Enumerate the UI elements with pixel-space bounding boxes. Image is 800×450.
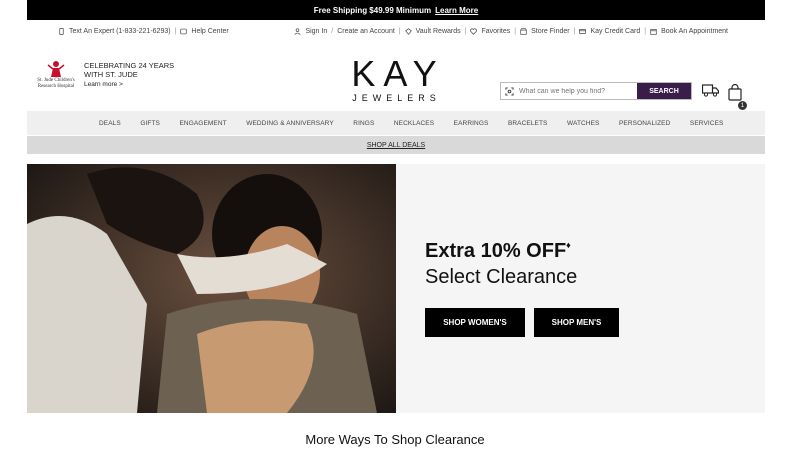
store-finder-link[interactable]: Store Finder: [531, 28, 570, 35]
book-appointment-link[interactable]: Book An Appointment: [661, 28, 728, 35]
nav-item-rings[interactable]: RINGS: [353, 120, 374, 127]
search-input[interactable]: [517, 83, 637, 99]
hero-subheadline: Select Clearance: [425, 266, 578, 288]
diamond-mark: ♦: [566, 240, 571, 250]
shop-all-deals-link[interactable]: SHOP ALL DEALS: [27, 136, 765, 154]
nav-item-engagement[interactable]: ENGAGEMENT: [179, 120, 226, 127]
stjude-learn-more-link[interactable]: Learn more >: [84, 81, 174, 88]
kay-logo[interactable]: KAY JEWELERS: [340, 53, 448, 104]
separator: |: [644, 28, 647, 35]
store-icon: [520, 28, 527, 35]
nav-item-wedding[interactable]: WEDDING & ANNIVERSARY: [246, 120, 334, 127]
nav-item-necklaces[interactable]: NECKLACES: [394, 120, 434, 127]
brand-name: KAY: [351, 53, 445, 94]
separator: /: [331, 28, 334, 35]
stjude-child-icon: [47, 61, 65, 77]
section-title: More Ways To Shop Clearance: [305, 432, 485, 447]
nav-item-watches[interactable]: WATCHES: [567, 120, 599, 127]
nav-item-personalized[interactable]: PERSONALIZED: [619, 120, 670, 127]
user-icon: [294, 28, 301, 35]
bag-icon[interactable]: 1: [728, 83, 747, 110]
calendar-icon: [650, 29, 657, 35]
stjude-line2: WITH ST. JUDE: [84, 70, 138, 79]
stjude-promo[interactable]: St. Jude Children's Research Hospital CE…: [34, 60, 174, 89]
utility-left: Text An Expert (1-833-221-6293) | Help C…: [58, 28, 229, 35]
brand-sub: JEWELERS: [352, 93, 441, 103]
nav-item-earrings[interactable]: EARRINGS: [454, 120, 489, 127]
card-icon: [579, 29, 587, 34]
promo-learn-more-link[interactable]: Learn More: [435, 6, 478, 15]
main-nav: DEALS GIFTS ENGAGEMENT WEDDING & ANNIVER…: [27, 111, 765, 135]
vault-icon: [404, 28, 412, 35]
credit-card-link[interactable]: Kay Credit Card: [590, 28, 640, 35]
scan-icon[interactable]: [501, 83, 517, 99]
help-center-link[interactable]: Help Center: [191, 28, 228, 35]
cart-count-badge: 1: [738, 101, 747, 110]
heart-icon: [470, 28, 478, 35]
hero-headline-text: Extra 10% OFF: [425, 240, 567, 262]
nav-item-deals[interactable]: DEALS: [99, 120, 121, 127]
promo-text: Free Shipping $49.99 Minimum: [313, 5, 432, 15]
text-expert-link[interactable]: Text An Expert (1-833-221-6293): [69, 28, 171, 35]
separator: |: [398, 28, 401, 35]
stjude-logo: St. Jude Children's Research Hospital: [34, 60, 78, 89]
truck-icon[interactable]: [701, 84, 720, 102]
hero-headline: Extra 10% OFF♦: [425, 240, 571, 263]
utility-right: Sign In / Create an Account | Vault Rewa…: [294, 28, 728, 35]
search-button[interactable]: SEARCH: [637, 83, 691, 99]
help-icon: [180, 28, 188, 35]
stjude-logo-text: St. Jude Children's Research Hospital: [37, 78, 75, 89]
create-account-link[interactable]: Create an Account: [337, 28, 395, 35]
vault-rewards-link[interactable]: Vault Rewards: [416, 28, 461, 35]
promo-bar: Free Shipping $49.99 Minimum Learn More: [27, 0, 765, 20]
separator: |: [514, 28, 517, 35]
search-bar: SEARCH: [500, 82, 692, 100]
separator: |: [174, 28, 177, 35]
nav-item-gifts[interactable]: GIFTS: [140, 120, 160, 127]
favorites-link[interactable]: Favorites: [481, 28, 510, 35]
sign-in-link[interactable]: Sign In: [305, 28, 327, 35]
separator: |: [464, 28, 467, 35]
shop-mens-button[interactable]: SHOP MEN'S: [534, 308, 619, 337]
nav-item-bracelets[interactable]: BRACELETS: [508, 120, 548, 127]
stjude-line1: CELEBRATING 24 YEARS: [84, 60, 175, 70]
separator: |: [573, 28, 576, 35]
hero-copy: Extra 10% OFF♦ Select Clearance SHOP WOM…: [396, 164, 765, 413]
hero-image[interactable]: [27, 164, 396, 413]
nav-item-services[interactable]: SERVICES: [690, 120, 724, 127]
phone-icon: [59, 28, 64, 35]
shop-womens-button[interactable]: SHOP WOMEN'S: [425, 308, 525, 337]
